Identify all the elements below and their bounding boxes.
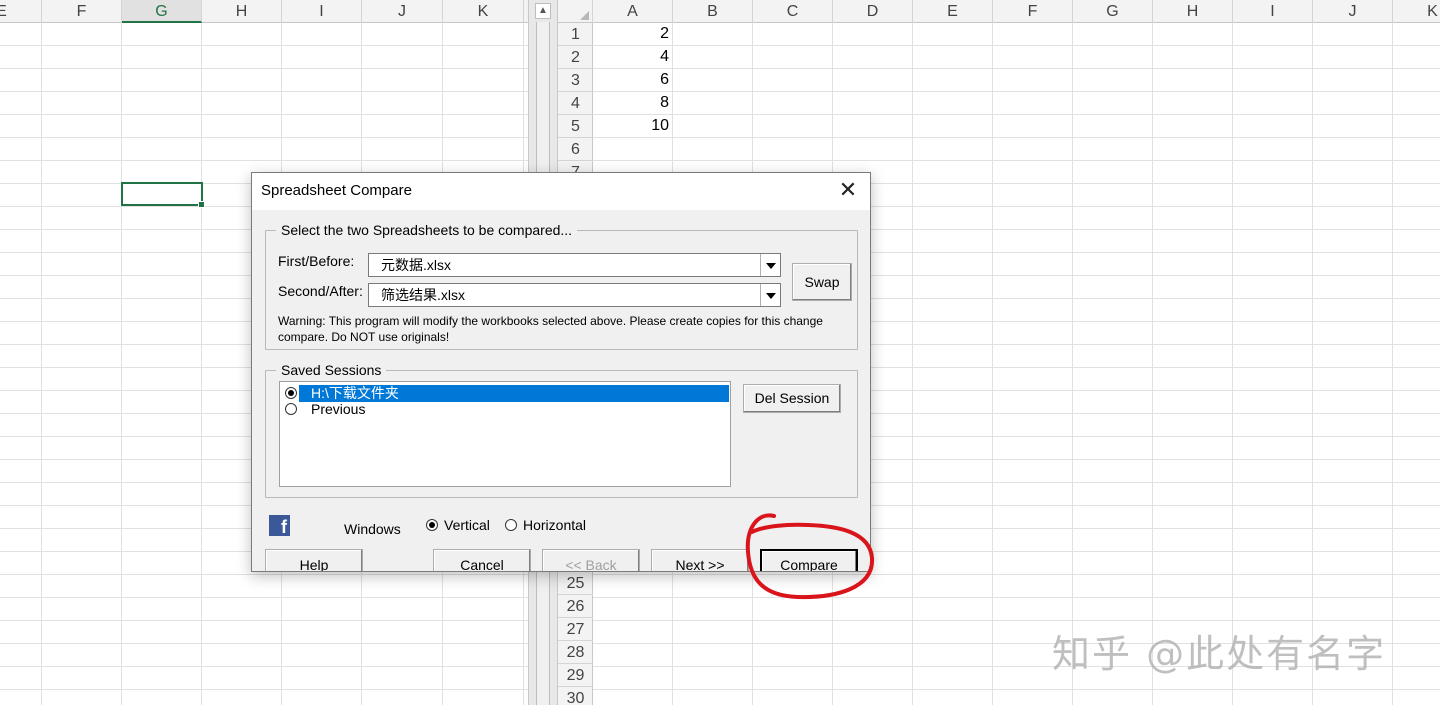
first-before-value: 元数据.xlsx [381,257,451,273]
left-column-header-f[interactable]: F [42,0,122,23]
watermark-text: 知乎 @此处有名字 [1052,632,1387,676]
select-all-corner[interactable] [558,0,593,23]
swap-button[interactable]: Swap [792,263,852,301]
spreadsheet-compare-dialog: Spreadsheet Compare ✕ Select the two Spr… [251,172,871,572]
left-column-header-i[interactable]: I [282,0,362,23]
second-after-label: Second/After: [278,283,363,299]
close-icon[interactable]: ✕ [834,178,862,204]
right-column-header-a[interactable]: A [593,0,673,23]
session-item-previous[interactable]: Previous [284,401,730,418]
right-column-header-i[interactable]: I [1233,0,1313,23]
session-item-download-folder[interactable]: H:\下载文件夹 [284,385,730,402]
row-header[interactable]: 2 [558,46,593,69]
horizontal-label[interactable]: Horizontal [523,517,586,533]
right-column-header-d[interactable]: D [833,0,913,23]
cell-a1[interactable]: 2 [593,23,669,45]
cell-a5[interactable]: 10 [593,115,669,137]
cell-a2[interactable]: 4 [593,46,669,68]
saved-sessions-legend: Saved Sessions [276,362,387,378]
row-header[interactable]: 6 [558,138,593,161]
dialog-titlebar[interactable]: Spreadsheet Compare ✕ [252,173,870,210]
right-column-header-e[interactable]: E [913,0,993,23]
scroll-up-arrow-icon[interactable]: ▲ [535,3,551,19]
saved-sessions-group: Saved Sessions H:\下载文件夹 Previous Del Ses… [265,362,858,498]
select-spreadsheets-group: Select the two Spreadsheets to be compar… [265,222,858,350]
horizontal-radio[interactable] [505,519,517,531]
session-item-label: H:\下载文件夹 [299,385,729,402]
second-after-dropdown[interactable]: 筛选结果.xlsx [368,283,781,307]
session-item-label: Previous [311,401,366,417]
warning-text: Warning: This program will modify the wo… [278,314,823,344]
right-column-header-h[interactable]: H [1153,0,1233,23]
second-after-value: 筛选结果.xlsx [381,287,465,303]
left-column-header-e[interactable]: E [0,0,42,23]
cancel-button[interactable]: Cancel [433,549,531,571]
row-header[interactable]: 28 [558,641,593,664]
select-group-legend: Select the two Spreadsheets to be compar… [276,222,578,238]
del-session-button[interactable]: Del Session [743,384,841,413]
row-header[interactable]: 1 [558,23,593,46]
row-header[interactable]: 25 [558,572,593,595]
chevron-down-icon[interactable] [760,284,780,306]
right-column-header-c[interactable]: C [753,0,833,23]
left-column-header-k[interactable]: K [443,0,524,23]
vertical-label[interactable]: Vertical [444,517,490,533]
right-column-header-j[interactable]: J [1313,0,1393,23]
right-column-header-f[interactable]: F [993,0,1073,23]
row-header[interactable]: 29 [558,664,593,687]
right-column-header-b[interactable]: B [673,0,753,23]
facebook-icon[interactable]: f [269,515,290,537]
vertical-radio[interactable] [426,519,438,531]
saved-sessions-list[interactable]: H:\下载文件夹 Previous [279,381,731,487]
radio-icon[interactable] [285,403,297,415]
help-button[interactable]: Help [265,549,363,571]
left-column-header-j[interactable]: J [362,0,443,23]
row-header[interactable]: 30 [558,687,593,705]
row-header[interactable]: 4 [558,92,593,115]
right-column-header-g[interactable]: G [1073,0,1153,23]
first-before-dropdown[interactable]: 元数据.xlsx [368,253,781,277]
row-header[interactable]: 5 [558,115,593,138]
row-header[interactable]: 3 [558,69,593,92]
row-header[interactable]: 27 [558,618,593,641]
cell-a3[interactable]: 6 [593,69,669,91]
windows-label: Windows [344,521,401,537]
compare-button[interactable]: Compare [760,549,858,571]
left-column-header-h[interactable]: H [202,0,282,23]
right-column-header-bar: A B C D E F G H I J K [558,0,1440,23]
next-button[interactable]: Next >> [651,549,749,571]
first-before-label: First/Before: [278,253,355,269]
chevron-down-icon[interactable] [760,254,780,276]
cell-a4[interactable]: 8 [593,92,669,114]
dialog-title: Spreadsheet Compare [261,182,412,199]
left-column-header-g[interactable]: G [122,0,202,23]
back-button[interactable]: << Back [542,549,640,571]
row-header[interactable]: 26 [558,595,593,618]
active-cell-selection[interactable] [121,182,205,208]
right-column-header-k[interactable]: K [1393,0,1440,23]
radio-icon[interactable] [285,387,297,399]
left-column-header-bar: E F G H I J K [0,0,528,23]
